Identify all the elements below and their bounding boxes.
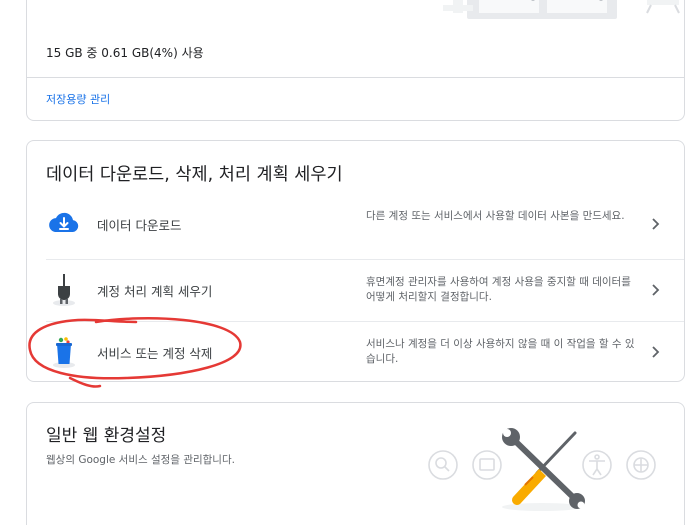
section-title: 데이터 다운로드, 삭제, 처리 계획 세우기 — [46, 165, 343, 185]
storage-usage-text: 15 GB 중 0.61 GB(4%) 사용 — [46, 46, 204, 60]
row-description: 휴면계정 관리자를 사용하여 계정 사용을 중지할 때 데이터를 어떻게 처리할… — [366, 276, 631, 303]
chevron-right-icon — [652, 346, 660, 358]
storage-card: 15 GB 중 0.61 GB(4%) 사용 저장용량 관리 — [26, 0, 685, 121]
storage-illustration — [443, 0, 680, 19]
data-management-card: 데이터 다운로드, 삭제, 처리 계획 세우기 데이터 다운로드 다른 계정 또… — [26, 140, 685, 382]
cloud-download-icon — [49, 212, 79, 232]
divider — [46, 259, 684, 260]
section-subtitle: 웹상의 Google 서비스 설정을 관리합니다. — [46, 454, 235, 466]
row-description: 서비스나 계정을 더 이상 사용하지 않을 때 이 작업을 할 수 있습니다. — [366, 338, 635, 365]
delete-service-row[interactable]: 서비스 또는 계정 삭제 서비스나 계정을 더 이상 사용하지 않을 때 이 작… — [27, 321, 684, 381]
trash-can-icon — [53, 337, 75, 368]
tools-illustration — [428, 428, 656, 511]
row-label: 계정 처리 계획 세우기 — [97, 284, 213, 299]
divider — [27, 77, 684, 78]
section-title: 일반 웹 환경설정 — [46, 426, 167, 446]
row-label: 서비스 또는 계정 삭제 — [97, 346, 213, 361]
row-label: 데이터 다운로드 — [97, 218, 182, 233]
manage-storage-link[interactable]: 저장용량 관리 — [46, 91, 110, 107]
chevron-right-icon — [652, 218, 660, 230]
plug-icon — [53, 274, 75, 306]
general-preferences-card: 일반 웹 환경설정 웹상의 Google 서비스 설정을 관리합니다. — [26, 402, 685, 525]
divider — [46, 321, 684, 322]
row-description: 다른 계정 또는 서비스에서 사용할 데이터 사본을 만드세요. — [366, 210, 625, 222]
download-data-row[interactable]: 데이터 다운로드 다른 계정 또는 서비스에서 사용할 데이터 사본을 만드세요… — [27, 193, 684, 259]
account-plan-row[interactable]: 계정 처리 계획 세우기 휴면계정 관리자를 사용하여 계정 사용을 중지할 때… — [27, 259, 684, 321]
chevron-right-icon — [652, 284, 660, 296]
